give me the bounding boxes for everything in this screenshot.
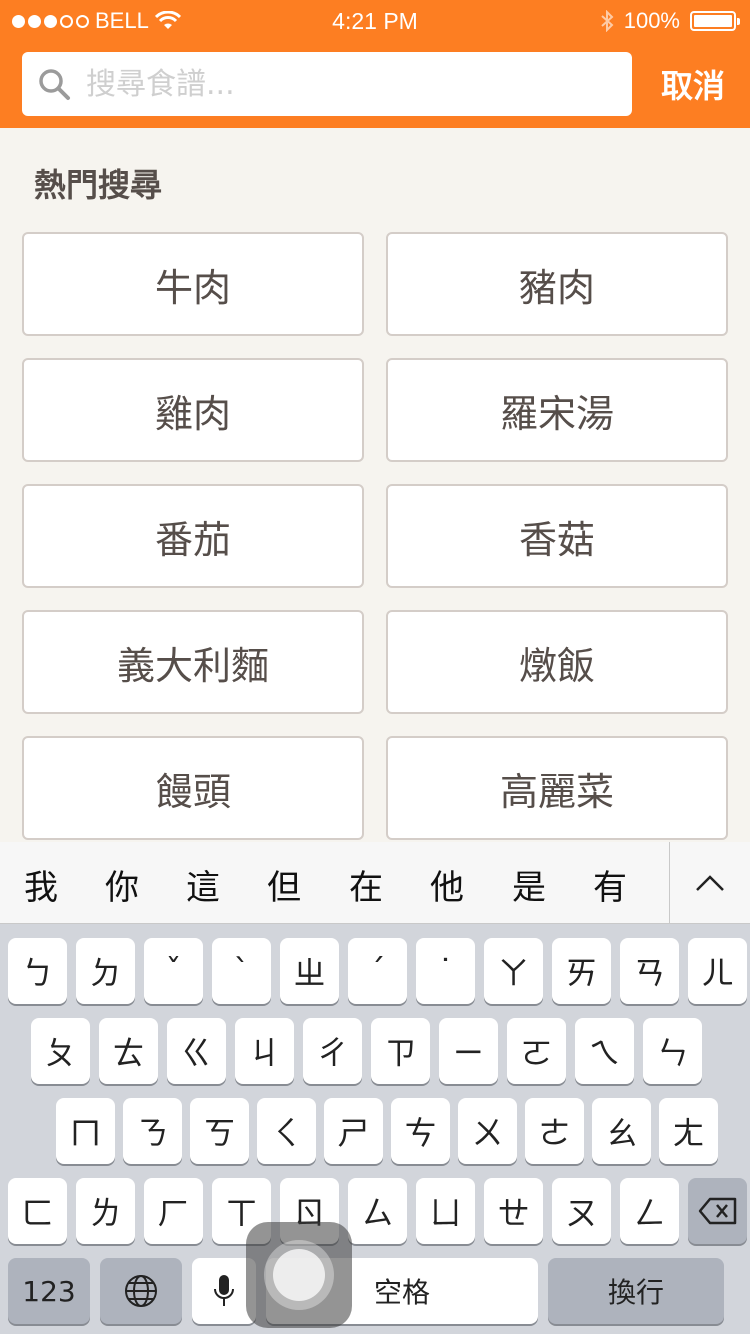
key[interactable]: ㄑ: [257, 1098, 316, 1164]
delete-key[interactable]: [688, 1178, 747, 1244]
key[interactable]: ㄚ: [484, 938, 543, 1004]
key[interactable]: ㄎ: [190, 1098, 249, 1164]
key[interactable]: ㄍ: [167, 1018, 226, 1084]
key[interactable]: ˙: [416, 938, 475, 1004]
search-bar[interactable]: [22, 52, 632, 116]
key[interactable]: ㄠ: [592, 1098, 651, 1164]
delete-icon: [698, 1197, 736, 1225]
expand-candidates-button[interactable]: [669, 842, 750, 924]
key[interactable]: ㄙ: [348, 1178, 407, 1244]
key[interactable]: ㄓ: [280, 938, 339, 1004]
hot-search-item[interactable]: 豬肉: [386, 232, 728, 336]
status-bar: BELL 4:21 PM 100%: [0, 0, 750, 40]
key[interactable]: ˊ: [348, 938, 407, 1004]
assistive-touch-button[interactable]: [246, 1222, 352, 1328]
bluetooth-icon: [601, 10, 614, 32]
key[interactable]: ㄏ: [144, 1178, 203, 1244]
candidate-word[interactable]: 是: [512, 860, 546, 909]
key[interactable]: ㄟ: [575, 1018, 634, 1084]
header: BELL 4:21 PM 100% 取消: [0, 0, 750, 128]
key[interactable]: ㄘ: [391, 1098, 450, 1164]
key-row-1: ㄅ ㄉ ˇ ˋ ㄓ ˊ ˙ ㄚ ㄞ ㄢ ㄦ: [8, 938, 747, 1004]
hot-search-item[interactable]: 高麗菜: [386, 736, 728, 840]
hot-search-item[interactable]: 牛肉: [22, 232, 364, 336]
hot-search-grid: 牛肉 豬肉 雞肉 羅宋湯 番茄 香菇 義大利麵 燉飯 饅頭 高麗菜: [22, 232, 728, 840]
hot-search-item[interactable]: 饅頭: [22, 736, 364, 840]
key-row-2: ㄆ ㄊ ㄍ ㄐ ㄔ ㄗ ㄧ ㄛ ㄟ ㄣ: [31, 1018, 702, 1084]
hot-search-item[interactable]: 義大利麵: [22, 610, 364, 714]
status-right: 100%: [600, 8, 740, 34]
key[interactable]: ㄗ: [371, 1018, 430, 1084]
key[interactable]: ㄆ: [31, 1018, 90, 1084]
key[interactable]: ㄦ: [688, 938, 747, 1004]
key[interactable]: ˋ: [212, 938, 271, 1004]
key-row-3: ㄇ ㄋ ㄎ ㄑ ㄕ ㄘ ㄨ ㄜ ㄠ ㄤ: [56, 1098, 718, 1164]
battery-percent: 100%: [623, 8, 680, 33]
key[interactable]: ㄐ: [235, 1018, 294, 1084]
cancel-button[interactable]: 取消: [648, 62, 738, 110]
candidate-word[interactable]: 有: [593, 860, 627, 909]
hot-search-item[interactable]: 香菇: [386, 484, 728, 588]
key[interactable]: ㄞ: [552, 938, 611, 1004]
return-key[interactable]: 換行: [548, 1258, 724, 1324]
key[interactable]: ㄇ: [56, 1098, 115, 1164]
hot-search-item[interactable]: 雞肉: [22, 358, 364, 462]
search-input[interactable]: [86, 66, 606, 102]
key[interactable]: ㄥ: [620, 1178, 679, 1244]
candidate-word[interactable]: 你: [105, 860, 139, 909]
candidate-bar: 我 你 這 但 在 他 是 有: [0, 842, 750, 924]
hot-search-item[interactable]: 番茄: [22, 484, 364, 588]
key[interactable]: ㄈ: [8, 1178, 67, 1244]
hot-search-item[interactable]: 羅宋湯: [386, 358, 728, 462]
key[interactable]: ㄛ: [507, 1018, 566, 1084]
candidate-word[interactable]: 在: [349, 860, 383, 909]
battery-icon: [690, 11, 740, 31]
key[interactable]: ㄅ: [8, 938, 67, 1004]
key[interactable]: ㄜ: [525, 1098, 584, 1164]
key[interactable]: ㄌ: [76, 1178, 135, 1244]
hot-search-item[interactable]: 燉飯: [386, 610, 728, 714]
key[interactable]: ㄡ: [552, 1178, 611, 1244]
key[interactable]: ㄉ: [76, 938, 135, 1004]
candidate-word[interactable]: 他: [430, 860, 464, 909]
assistive-touch-icon: [264, 1240, 334, 1310]
key[interactable]: ㄊ: [99, 1018, 158, 1084]
key[interactable]: ˇ: [144, 938, 203, 1004]
candidate-word[interactable]: 但: [267, 860, 301, 909]
key[interactable]: ㄕ: [324, 1098, 383, 1164]
globe-icon: [125, 1275, 157, 1307]
keyboard: 我 你 這 但 在 他 是 有 ㄅ ㄉ ˇ ˋ ㄓ ˊ ˙ ㄚ ㄞ ㄢ ㄦ ㄆ …: [0, 842, 750, 1334]
key-row-5: 123 空格 換行: [8, 1258, 724, 1324]
search-icon: [22, 52, 86, 116]
candidate-word[interactable]: 我: [24, 860, 58, 909]
candidate-word[interactable]: 這: [186, 860, 220, 909]
hot-search-title: 熱門搜尋: [34, 166, 163, 204]
key[interactable]: ㄩ: [416, 1178, 475, 1244]
key[interactable]: ㄧ: [439, 1018, 498, 1084]
microphone-icon: [214, 1275, 234, 1306]
globe-key[interactable]: [100, 1258, 182, 1324]
key[interactable]: ㄝ: [484, 1178, 543, 1244]
key[interactable]: ㄔ: [303, 1018, 362, 1084]
chevron-up-icon: [696, 875, 724, 891]
key[interactable]: ㄢ: [620, 938, 679, 1004]
key[interactable]: ㄤ: [659, 1098, 718, 1164]
key[interactable]: ㄣ: [643, 1018, 702, 1084]
key[interactable]: ㄋ: [123, 1098, 182, 1164]
key-row-4: ㄈ ㄌ ㄏ ㄒ ㄖ ㄙ ㄩ ㄝ ㄡ ㄥ: [8, 1178, 747, 1244]
numbers-key[interactable]: 123: [8, 1258, 90, 1324]
key[interactable]: ㄨ: [458, 1098, 517, 1164]
